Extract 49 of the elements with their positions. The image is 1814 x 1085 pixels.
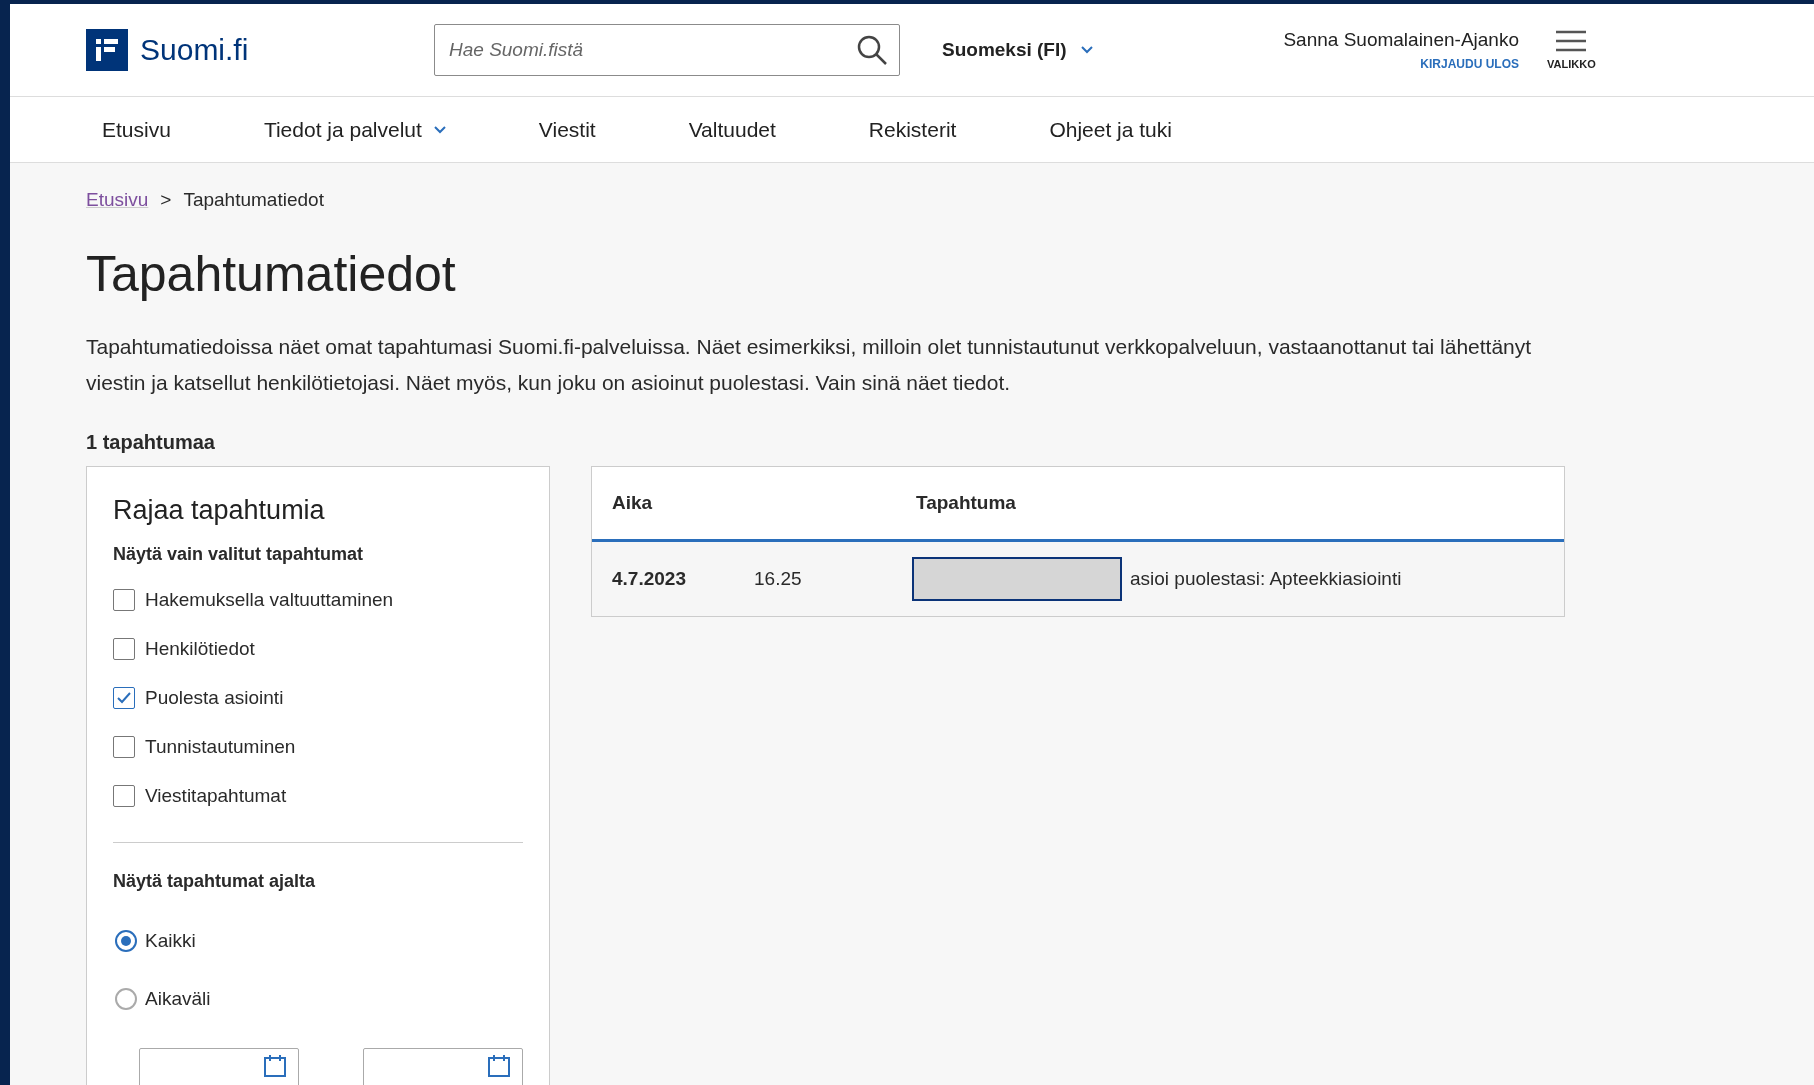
nav-link[interactable]: Viestit (538, 117, 596, 142)
search-field[interactable]: Hae Suomi.fistä (434, 24, 900, 76)
nav-link[interactable]: Tiedot ja palvelut (263, 117, 446, 142)
section-label: Näytä vain valitut tapahtumat (113, 544, 365, 565)
checkbox[interactable] (113, 588, 135, 611)
checkbox-label[interactable]: Henkilötiedot (145, 637, 255, 660)
logout-link[interactable]: KIRJAUDU ULOS (1420, 57, 1519, 71)
breadcrumb-separator: > (160, 189, 172, 211)
search-icon[interactable] (856, 34, 888, 66)
radio-button[interactable] (115, 930, 137, 952)
checkbox[interactable] (113, 637, 135, 660)
result-count: 1 tapahtumaa (86, 431, 216, 454)
column-header: Tapahtuma (916, 492, 1016, 514)
nav-link[interactable]: Valtuudet (688, 117, 776, 142)
user-name: Sanna Suomalainen-Ajanko (1283, 29, 1519, 51)
logo-text[interactable]: Suomi.fi (140, 33, 249, 67)
date-field[interactable] (363, 1048, 523, 1085)
chevron-down-icon (1080, 46, 1093, 54)
radio-label[interactable]: Aikaväli (145, 988, 211, 1010)
date-field[interactable] (139, 1048, 299, 1085)
radio-label[interactable]: Kaikki (145, 930, 196, 952)
check-icon (116, 690, 132, 705)
language-selector[interactable]: Suomeksi (FI) (942, 39, 1067, 61)
checkbox-label[interactable]: Tunnistautuminen (145, 735, 296, 758)
menu-button[interactable]: VALIKKO (1547, 30, 1596, 70)
menu-icon (1555, 30, 1588, 52)
breadcrumb-current: Tapahtumatiedot (183, 189, 324, 211)
checkbox-label[interactable]: Hakemuksella valtuuttaminen (145, 588, 394, 611)
radio-button[interactable] (115, 988, 137, 1010)
calendar-icon[interactable] (264, 1055, 286, 1077)
intro-text: Tapahtumatiedoissa näet omat tapahtumasi Suomi.fi-palveluissa. Näet esimerkiksi, milloin olet tunnistautunut verkkopalveluun, vastaanottanut tai lähettänyt viestin ja katsellut henkilötietojasi. Näet myös, kun joku on asioinut puolestasi. Vain sinä näet tiedot. (86, 334, 1533, 396)
panel-title: Rajaa tapahtumia (113, 495, 326, 526)
checkbox[interactable] (113, 735, 135, 758)
nav-link[interactable]: Ohjeet ja tuki (1049, 117, 1172, 142)
section-label: Näytä tapahtumat ajalta (113, 871, 317, 892)
checkbox-label[interactable]: Viestitapahtumat (145, 784, 287, 807)
nav-link[interactable]: Etusivu (102, 117, 171, 142)
checkbox[interactable] (113, 686, 135, 709)
column-header: Aika (611, 492, 654, 514)
date-cell-text: 4.7.2023 (611, 568, 687, 590)
time-cell-text: 16.25 (754, 568, 803, 590)
event-cell: asioi puolestasi: Apteekkiasiointi (1130, 568, 1402, 590)
calendar-icon[interactable] (488, 1055, 510, 1077)
chevron-down-icon (433, 125, 446, 134)
nav-link[interactable]: Rekisterit (868, 117, 957, 142)
checkbox[interactable] (113, 784, 135, 807)
page-title: Tapahtumatiedot (86, 245, 457, 303)
breadcrumb-link[interactable]: Etusivu (86, 189, 149, 211)
checkbox-label[interactable]: Puolesta asiointi (145, 686, 284, 709)
